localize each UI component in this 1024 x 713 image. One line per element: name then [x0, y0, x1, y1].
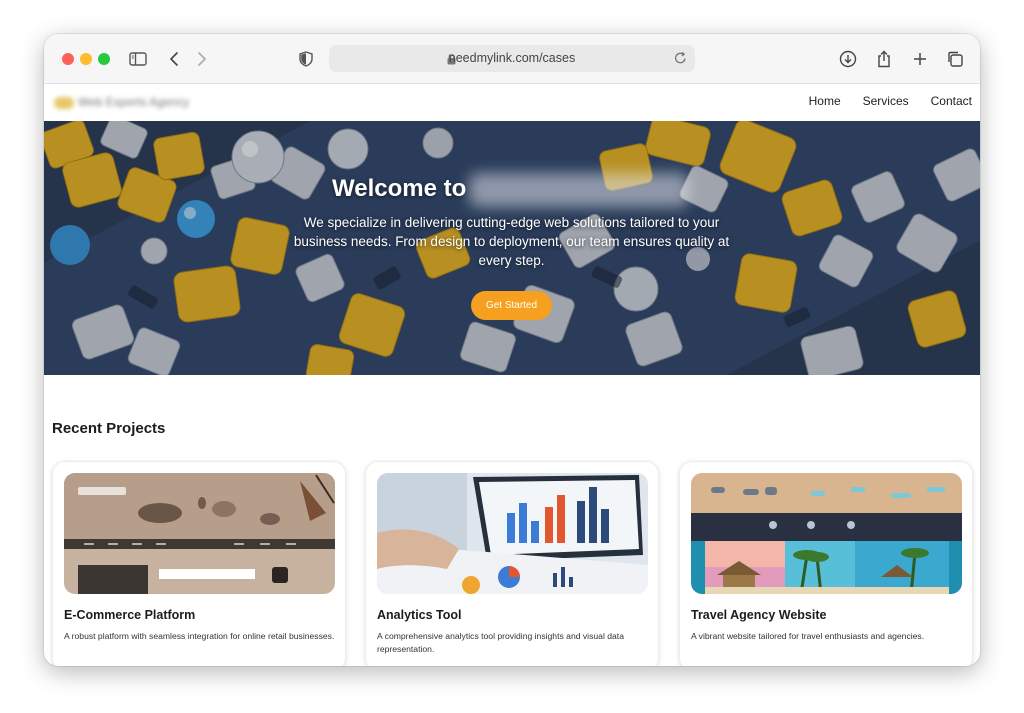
- share-icon[interactable]: [872, 47, 896, 71]
- shield-icon[interactable]: [294, 47, 318, 71]
- nav-contact-link[interactable]: Contact: [931, 94, 972, 108]
- project-description: A vibrant website tailored for travel en…: [691, 631, 925, 641]
- site-logo[interactable]: Web Experts Agency: [54, 94, 189, 112]
- get-started-button[interactable]: Get Started: [471, 291, 552, 320]
- project-card-analytics[interactable]: Analytics Tool A comprehensive analytics…: [365, 461, 659, 666]
- project-description: A robust platform with seamless integrat…: [64, 631, 335, 641]
- zoom-window-button[interactable]: [98, 53, 110, 65]
- travel-thumbnail: [691, 473, 962, 594]
- browser-window: needmylink.com/cases Web Experts Agency …: [44, 34, 980, 666]
- project-card-ecommerce[interactable]: E-Commerce Platform A robust platform wi…: [52, 461, 346, 666]
- logo-text: Web Experts Agency: [78, 95, 190, 109]
- main-nav: Home Services Contact: [787, 94, 972, 108]
- hero-title: Welcome to: [332, 175, 467, 202]
- close-window-button[interactable]: [62, 53, 74, 65]
- browser-toolbar: needmylink.com/cases: [44, 34, 980, 84]
- project-description: A comprehensive analytics tool providing…: [377, 631, 624, 654]
- site-header: Web Experts Agency Home Services Contact: [44, 84, 980, 121]
- sidebar-icon[interactable]: [126, 47, 150, 71]
- url-text: needmylink.com/cases: [448, 51, 576, 65]
- back-icon[interactable]: [162, 47, 186, 71]
- address-bar[interactable]: needmylink.com/cases: [329, 45, 695, 72]
- analytics-thumbnail: [377, 473, 648, 594]
- project-title: Analytics Tool: [377, 608, 462, 622]
- logo-mark: [54, 97, 74, 109]
- recent-projects-heading: Recent Projects: [52, 420, 166, 437]
- project-card-travel[interactable]: Travel Agency Website A vibrant website …: [679, 461, 973, 666]
- forward-icon[interactable]: [190, 47, 214, 71]
- project-title: E-Commerce Platform: [64, 608, 196, 622]
- nav-services-link[interactable]: Services: [863, 94, 909, 108]
- hero-title-redaction: [469, 173, 689, 207]
- project-title: Travel Agency Website: [691, 608, 827, 622]
- nav-home-link[interactable]: Home: [809, 94, 841, 108]
- reload-icon[interactable]: [674, 51, 687, 70]
- download-icon[interactable]: [836, 47, 860, 71]
- minimize-window-button[interactable]: [80, 53, 92, 65]
- hero-description: We specialize in delivering cutting-edge…: [293, 215, 730, 268]
- ecommerce-thumbnail: [64, 473, 335, 594]
- tabs-overview-icon[interactable]: [943, 47, 967, 71]
- new-tab-icon[interactable]: [908, 47, 932, 71]
- hero-banner: Welcome to We specialize in delivering c…: [44, 121, 980, 375]
